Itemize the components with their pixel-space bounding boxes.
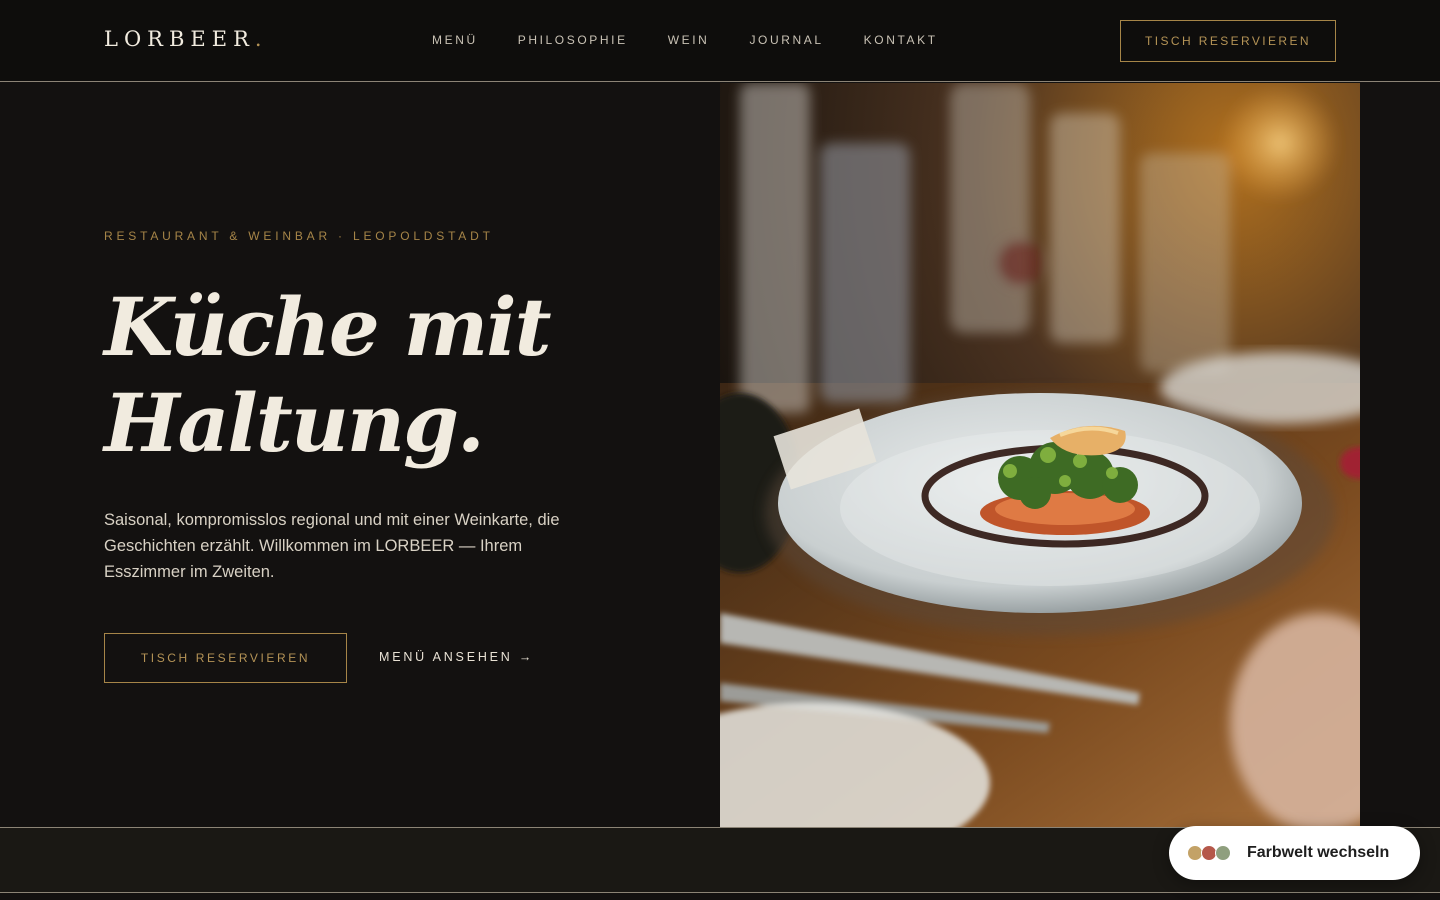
hero-section: RESTAURANT & WEINBAR · LEOPOLDSTADT Küch…	[0, 83, 1440, 827]
site-header: LORBEER. MENÜ PHILOSOPHIE WEIN JOURNAL K…	[0, 0, 1440, 82]
hero-headline-line2: Haltung.	[104, 376, 485, 470]
header-reserve-button[interactable]: TISCH RESERVIEREN	[1120, 20, 1336, 62]
theme-switcher-button[interactable]: Farbwelt wechseln	[1169, 826, 1420, 880]
brand-logo[interactable]: LORBEER.	[104, 27, 262, 51]
page-continuation	[0, 893, 1440, 900]
hero-dish-photo	[720, 83, 1360, 827]
hero-intro-text: Saisonal, kompromisslos regional und mit…	[104, 511, 560, 581]
main-nav: MENÜ PHILOSOPHIE WEIN JOURNAL KONTAKT	[432, 33, 978, 47]
hero-headline: Küche mit Haltung.	[104, 279, 664, 471]
theme-swatches	[1187, 844, 1233, 862]
hero-eyebrow: RESTAURANT & WEINBAR · LEOPOLDSTADT	[104, 229, 494, 243]
nav-item-journal[interactable]: JOURNAL	[749, 33, 823, 47]
plated-dish-illustration	[720, 83, 1360, 827]
nav-item-wein[interactable]: WEIN	[668, 33, 710, 47]
swatch-green-icon	[1215, 845, 1231, 861]
hero-reserve-button[interactable]: TISCH RESERVIEREN	[104, 633, 347, 683]
nav-item-kontakt[interactable]: KONTAKT	[864, 33, 938, 47]
theme-switcher-label: Farbwelt wechseln	[1247, 844, 1390, 861]
nav-item-menu[interactable]: MENÜ	[432, 33, 478, 47]
hero-headline-line1: Küche mit	[104, 280, 552, 374]
view-menu-link[interactable]: MENÜ ANSEHEN →	[379, 650, 534, 664]
nav-item-philosophie[interactable]: PHILOSOPHIE	[518, 33, 628, 47]
